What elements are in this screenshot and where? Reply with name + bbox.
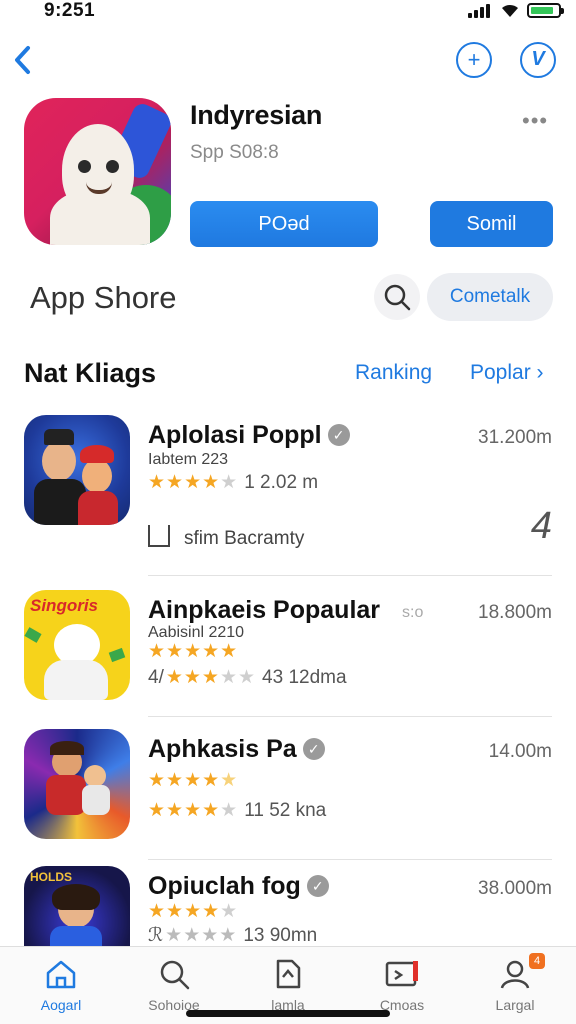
side-mark: s:o xyxy=(402,604,424,621)
verified-badge-icon: ✓ xyxy=(327,424,350,446)
divider xyxy=(148,575,552,576)
cellular-signal-icon xyxy=(468,4,492,18)
list-item[interactable]: Aplolasi Poppl ✓ 31.200m Iabtem 223 ★★★★★… xyxy=(0,415,576,576)
star-empty-icon: ★ xyxy=(220,800,239,821)
rank-number: 4 xyxy=(530,505,552,547)
singoris-bear-icon: Singoris xyxy=(24,590,130,700)
action-hero-icon xyxy=(24,729,130,839)
battery-icon xyxy=(527,3,564,18)
store-title: App Shore xyxy=(30,280,177,315)
star-rating-secondary: ★★★★★ 11 52 kna xyxy=(148,800,327,821)
arcade-girl-icon: HOLDS xyxy=(24,866,130,946)
notification-badge: 4 xyxy=(529,953,545,969)
share-button[interactable]: Somil xyxy=(430,201,553,247)
divider xyxy=(148,716,552,717)
status-time: 9:251 xyxy=(44,0,96,21)
plus-icon: + xyxy=(467,47,481,72)
wifi-icon xyxy=(502,4,518,18)
star-rating: ★★★★★ xyxy=(148,769,238,792)
divider xyxy=(148,859,552,860)
profile-icon xyxy=(500,960,530,989)
share-row[interactable]: sfim Bacramty xyxy=(148,525,304,550)
app-size: 14.00m xyxy=(488,741,552,762)
star-rating-secondary: ℛ ★★★★ 13 90mn xyxy=(148,925,318,946)
star-rating-secondary: 4/★★★★★ 43 12dma xyxy=(148,667,347,688)
list-item[interactable]: Aphkasis Pa ✓ 14.00m ★★★★★ ★★★★★ 11 52 kna xyxy=(0,729,576,860)
star-rating: ★★★★★ xyxy=(148,900,238,923)
app-title: Indyresian xyxy=(190,100,323,130)
checkmark-icon: V xyxy=(531,48,545,70)
star-empty-icon: ★ xyxy=(220,901,239,922)
list-item[interactable]: Singoris Ainpkaeis Popaular s:o 18.800m … xyxy=(0,590,576,717)
star-empty-icon: ★ xyxy=(220,472,239,493)
search-icon xyxy=(384,284,411,311)
app-size: 38.000m xyxy=(478,878,552,899)
tab-profile[interactable]: 4 Largal xyxy=(465,953,565,1023)
search-icon xyxy=(160,960,190,990)
add-button[interactable]: + xyxy=(456,42,492,78)
star-empty-icon: ★★ xyxy=(219,667,257,688)
star-icon: ★★★★ xyxy=(148,800,221,821)
app-subtitle: Spp S08:8 xyxy=(190,142,279,163)
back-chevron-icon[interactable] xyxy=(8,40,38,80)
star-icon: ★★★ xyxy=(165,667,220,688)
app-icon xyxy=(24,98,171,245)
more-options-icon[interactable]: ••• xyxy=(522,108,548,134)
popular-link[interactable]: Poplar › xyxy=(470,361,544,385)
home-icon xyxy=(46,960,76,989)
star-half-icon: ★ xyxy=(220,770,239,791)
star-icon: ★★★★ xyxy=(148,472,221,493)
verify-button[interactable]: V xyxy=(520,42,556,78)
share-icon xyxy=(148,525,170,547)
creator-duo-icon xyxy=(24,415,130,525)
star-icon: ★★★★ xyxy=(148,770,221,791)
document-icon xyxy=(276,959,301,989)
app-size: 18.800m xyxy=(478,602,552,623)
star-icon: ★★★★ xyxy=(165,925,238,946)
games-icon xyxy=(385,961,418,987)
verified-badge-icon: ✓ xyxy=(302,738,325,760)
star-rating: ★★★★★ xyxy=(148,640,238,663)
tab-home[interactable]: Aogarl xyxy=(11,957,111,1023)
app-name: Aphkasis Pa ✓ xyxy=(148,735,325,764)
ranking-link[interactable]: Ranking xyxy=(355,361,432,385)
app-name: Ainpkaeis Popaular xyxy=(148,596,381,624)
star-rating: ★★★★★ 1 2.02 m xyxy=(148,472,319,493)
app-size: 31.200m xyxy=(478,427,552,448)
app-subtitle: Iabtem 223 xyxy=(148,451,229,468)
app-name: Aplolasi Poppl ✓ xyxy=(148,421,350,450)
contact-button[interactable]: Cometalk xyxy=(427,273,553,321)
app-name: Opiuclah fog ✓ xyxy=(148,872,329,901)
status-bar: 9:251 xyxy=(0,0,576,28)
home-indicator xyxy=(186,1010,390,1017)
star-icon: ★★★★★ xyxy=(148,641,239,662)
get-button[interactable]: POəd xyxy=(190,201,378,247)
star-icon: ★★★★ xyxy=(148,901,221,922)
section-title: Nat Kliags xyxy=(24,358,157,388)
search-button[interactable] xyxy=(374,274,420,320)
list-item[interactable]: HOLDS Opiuclah fog ✓ 38.000m ★★★★★ ℛ ★★★★ 1… xyxy=(0,866,576,946)
verified-badge-icon: ✓ xyxy=(306,875,329,897)
